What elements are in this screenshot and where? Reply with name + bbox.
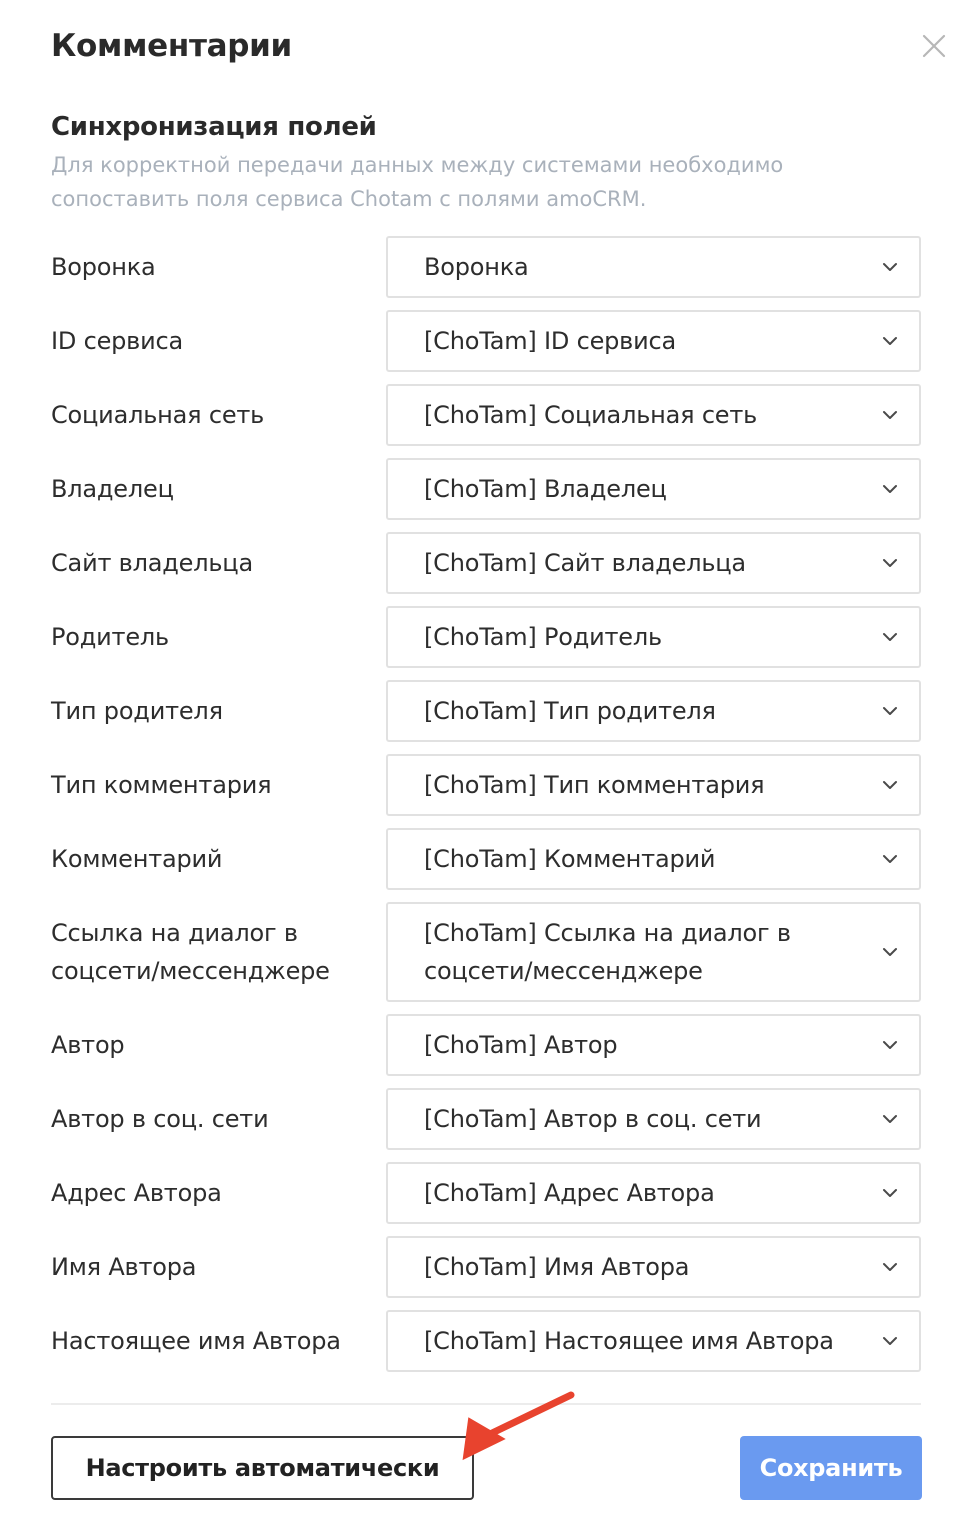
field-select-value: [ChoTam] Сайт владельца bbox=[424, 549, 746, 577]
field-label: Настоящее имя Автора bbox=[51, 1327, 341, 1355]
field-select[interactable]: [ChoTam] Тип комментария bbox=[386, 754, 921, 816]
field-row: Ссылка на диалог в соцсети/мессенджере [C… bbox=[0, 902, 974, 1002]
modal-title: Комментарии bbox=[51, 28, 292, 64]
field-select-value: [ChoTam] Тип родителя bbox=[424, 697, 716, 725]
chevron-down-icon bbox=[881, 779, 899, 791]
section-description: Для корректной передачи данных между сис… bbox=[51, 153, 784, 211]
close-button[interactable] bbox=[920, 32, 948, 60]
field-row: Тип комментария [ChoTam] Тип комментария bbox=[0, 754, 974, 816]
chevron-down-icon bbox=[881, 483, 899, 495]
field-select[interactable]: [ChoTam] Автор bbox=[386, 1014, 921, 1076]
field-select[interactable]: [ChoTam] Имя Автора bbox=[386, 1236, 921, 1298]
chevron-down-icon bbox=[881, 409, 899, 421]
field-select[interactable]: [ChoTam] Ссылка на диалог в соцсети/месс… bbox=[386, 902, 921, 1002]
field-select[interactable]: [ChoTam] Комментарий bbox=[386, 828, 921, 890]
field-label: Ссылка на диалог в соцсети/мессенджере bbox=[51, 919, 330, 985]
field-select-value: [ChoTam] Ссылка на диалог в соцсети/месс… bbox=[424, 919, 791, 985]
chevron-down-icon bbox=[881, 1335, 899, 1347]
field-row: ID сервиса [ChoTam] ID сервиса bbox=[0, 310, 974, 372]
section-title: Синхронизация полей bbox=[51, 112, 377, 142]
field-select-value: Воронка bbox=[424, 253, 529, 281]
field-row: Владелец [ChoTam] Владелец bbox=[0, 458, 974, 520]
field-row: Автор [ChoTam] Автор bbox=[0, 1014, 974, 1076]
field-select[interactable]: [ChoTam] Сайт владельца bbox=[386, 532, 921, 594]
field-label: Комментарий bbox=[51, 845, 223, 873]
field-label: Воронка bbox=[51, 253, 156, 281]
field-row: Настоящее имя Автора [ChoTam] Настоящее и… bbox=[0, 1310, 974, 1372]
field-row: Тип родителя [ChoTam] Тип родителя bbox=[0, 680, 974, 742]
field-label: Тип комментария bbox=[51, 771, 272, 799]
field-select[interactable]: [ChoTam] Родитель bbox=[386, 606, 921, 668]
chevron-down-icon bbox=[881, 1039, 899, 1051]
field-select-value: [ChoTam] Социальная сеть bbox=[424, 401, 758, 429]
divider bbox=[51, 1403, 921, 1405]
field-select[interactable]: [ChoTam] Настоящее имя Автора bbox=[386, 1310, 921, 1372]
field-row: Родитель [ChoTam] Родитель bbox=[0, 606, 974, 668]
field-label: Социальная сеть bbox=[51, 401, 265, 429]
chevron-down-icon bbox=[881, 261, 899, 273]
field-row: Адрес Автора [ChoTam] Адрес Автора bbox=[0, 1162, 974, 1224]
chevron-down-icon bbox=[881, 1113, 899, 1125]
chevron-down-icon bbox=[881, 853, 899, 865]
field-label: Родитель bbox=[51, 623, 169, 651]
field-label: Сайт владельца bbox=[51, 549, 253, 577]
field-row: Воронка Воронка bbox=[0, 236, 974, 298]
field-select-value: [ChoTam] Автор bbox=[424, 1031, 618, 1059]
field-select[interactable]: [ChoTam] Адрес Автора bbox=[386, 1162, 921, 1224]
field-label: Автор в соц. сети bbox=[51, 1105, 269, 1133]
field-select-value: [ChoTam] Родитель bbox=[424, 623, 662, 651]
field-select[interactable]: [ChoTam] Владелец bbox=[386, 458, 921, 520]
field-select[interactable]: [ChoTam] Автор в соц. сети bbox=[386, 1088, 921, 1150]
chevron-down-icon bbox=[881, 1187, 899, 1199]
field-label: Адрес Автора bbox=[51, 1179, 222, 1207]
close-icon bbox=[922, 34, 946, 58]
field-label: Тип родителя bbox=[51, 697, 223, 725]
save-button[interactable]: Сохранить bbox=[740, 1436, 922, 1500]
chevron-down-icon bbox=[881, 631, 899, 643]
field-row: Сайт владельца [ChoTam] Сайт владельца bbox=[0, 532, 974, 594]
field-select[interactable]: [ChoTam] Социальная сеть bbox=[386, 384, 921, 446]
field-select[interactable]: [ChoTam] ID сервиса bbox=[386, 310, 921, 372]
chevron-down-icon bbox=[881, 705, 899, 717]
field-select-value: [ChoTam] Адрес Автора bbox=[424, 1179, 715, 1207]
field-select-value: [ChoTam] Автор в соц. сети bbox=[424, 1105, 762, 1133]
chevron-down-icon bbox=[881, 1261, 899, 1273]
field-select-value: [ChoTam] Владелец bbox=[424, 475, 667, 503]
field-row: Имя Автора [ChoTam] Имя Автора bbox=[0, 1236, 974, 1298]
field-label: Владелец bbox=[51, 475, 174, 503]
chevron-down-icon bbox=[881, 557, 899, 569]
field-row: Автор в соц. сети [ChoTam] Автор в соц. с… bbox=[0, 1088, 974, 1150]
field-label: Автор bbox=[51, 1031, 125, 1059]
field-label: Имя Автора bbox=[51, 1253, 197, 1281]
field-select-value: [ChoTam] ID сервиса bbox=[424, 327, 677, 355]
chevron-down-icon bbox=[881, 335, 899, 347]
field-select-value: [ChoTam] Комментарий bbox=[424, 845, 716, 873]
field-select-value: [ChoTam] Имя Автора bbox=[424, 1253, 690, 1281]
field-select[interactable]: Воронка bbox=[386, 236, 921, 298]
field-label: ID сервиса bbox=[51, 327, 184, 355]
field-select[interactable]: [ChoTam] Тип родителя bbox=[386, 680, 921, 742]
chevron-down-icon bbox=[881, 946, 899, 958]
field-row: Комментарий [ChoTam] Комментарий bbox=[0, 828, 974, 890]
auto-configure-button[interactable]: Настроить автоматически bbox=[51, 1436, 474, 1500]
field-select-value: [ChoTam] Настоящее имя Автора bbox=[424, 1327, 834, 1355]
field-select-value: [ChoTam] Тип комментария bbox=[424, 771, 765, 799]
field-row: Социальная сеть [ChoTam] Социальная сеть bbox=[0, 384, 974, 446]
